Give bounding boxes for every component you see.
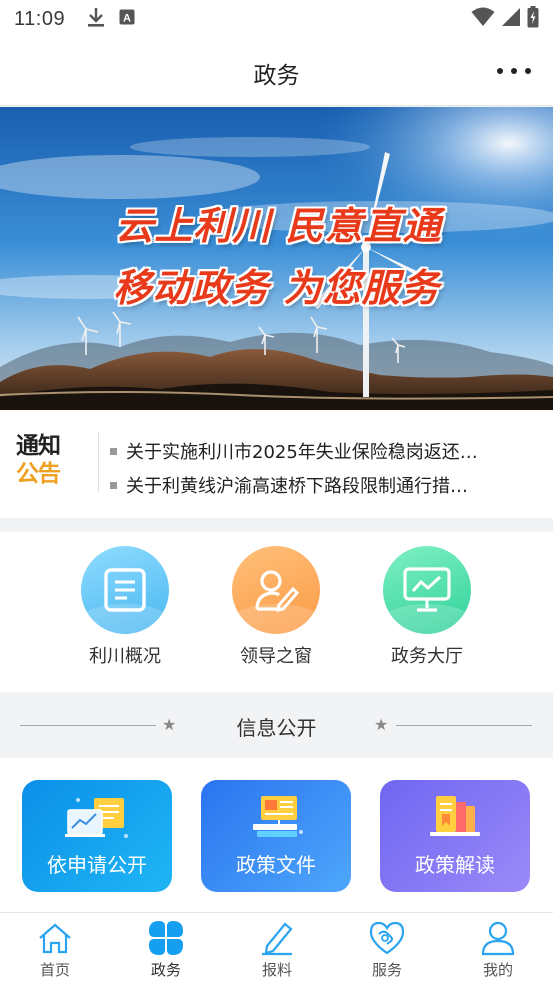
entry-label: 政务大厅 [391, 646, 463, 667]
clover-icon [126, 919, 206, 957]
bullet-icon [110, 481, 117, 489]
monitor-chart-icon [383, 546, 471, 634]
tab-label: 报料 [261, 961, 292, 979]
tab-label: 服务 [371, 961, 402, 979]
document-list-icon [81, 546, 169, 634]
a-box-icon: A [119, 9, 135, 29]
card-policy-interpretation[interactable]: 政策解读 [380, 780, 530, 892]
home-icon [15, 919, 95, 957]
more-dot [511, 68, 517, 74]
section-divider-right [396, 725, 532, 726]
status-icons-right [471, 6, 539, 32]
entry-label: 领导之窗 [240, 646, 312, 667]
star-icon: ★ [374, 715, 389, 734]
tab-label: 我的 [482, 961, 513, 979]
card-apply-disclosure[interactable]: 依申请公开 [22, 780, 172, 892]
entry-gov-hall[interactable]: 政务大厅 [372, 546, 482, 668]
battery-icon [527, 6, 539, 32]
notice-divider [98, 432, 99, 492]
section-title: 信息公开 [236, 716, 317, 740]
notice-logo-line2: 公告 [16, 461, 61, 487]
notice-logo: 通知 公告 [16, 432, 84, 494]
heart-service-icon [347, 919, 427, 957]
status-time: 11:09 [14, 7, 66, 30]
card-label: 依申请公开 [47, 853, 147, 877]
notice-item-text: 关于利黄线沪渝高速桥下路段限制通行措… [126, 476, 468, 497]
tab-service[interactable]: 服务 [347, 919, 427, 980]
bottom-tab-bar: 首页 政务 报料 服务 我的 [0, 912, 553, 984]
status-icons-left: A [87, 6, 135, 32]
page-title: 政务 [253, 63, 300, 89]
person-pen-icon [232, 546, 320, 634]
card-policy-files[interactable]: 政策文件 [201, 780, 351, 892]
status-bar: 11:09 A [0, 0, 553, 38]
chart-documents-icon [22, 792, 172, 844]
bullet-icon [110, 447, 117, 455]
more-dot [497, 68, 503, 74]
tab-label: 政务 [150, 961, 181, 979]
presentation-books-icon [201, 792, 351, 844]
tab-report[interactable]: 报料 [237, 919, 317, 980]
tab-home[interactable]: 首页 [15, 919, 95, 980]
entry-lichuan-overview[interactable]: 利川概况 [70, 546, 180, 668]
tab-label: 首页 [39, 961, 70, 979]
banner-slogan-line2: 移动政务 为您服务 [113, 266, 440, 310]
books-stack-icon [380, 792, 530, 844]
app-screen: 11:09 A 政务 云上利川 民意直通 移动政务 为您服务 通知 公告 关于实… [0, 0, 553, 984]
more-dot [525, 68, 531, 74]
banner-image[interactable]: 云上利川 民意直通 移动政务 为您服务 [0, 107, 553, 410]
user-icon [458, 919, 538, 957]
notice-item-text: 关于实施利川市2025年失业保险稳岗返还… [126, 442, 478, 463]
download-icon [87, 6, 105, 32]
signal-icon [501, 7, 521, 31]
notice-item[interactable]: 关于利黄线沪渝高速桥下路段限制通行措… [110, 468, 530, 502]
info-cards: 依申请公开 政策文件 政策解读 [0, 758, 553, 912]
wifi-icon [471, 7, 495, 31]
gov-entry-grid: 利川概况 领导之窗 政务大厅 [0, 532, 553, 692]
notice-board: 通知 公告 关于实施利川市2025年失业保险稳岗返还… 关于利黄线沪渝高速桥下路… [0, 410, 553, 518]
title-bar: 政务 [0, 38, 553, 106]
section-header: ★ 信息公开 ★ [0, 694, 553, 758]
notice-logo-line1: 通知 [16, 433, 61, 459]
entry-label: 利川概况 [89, 646, 161, 667]
card-label: 政策解读 [415, 853, 495, 877]
entry-leader-window[interactable]: 领导之窗 [221, 546, 331, 668]
notice-list: 关于实施利川市2025年失业保险稳岗返还… 关于利黄线沪渝高速桥下路段限制通行措… [110, 434, 530, 502]
more-dots-icon[interactable] [497, 60, 531, 82]
banner-slogan-line1: 云上利川 民意直通 [115, 204, 442, 248]
tab-mine[interactable]: 我的 [458, 919, 538, 980]
svg-text:A: A [123, 13, 131, 25]
notice-item[interactable]: 关于实施利川市2025年失业保险稳岗返还… [110, 434, 530, 468]
tab-gov[interactable]: 政务 [126, 919, 206, 980]
card-label: 政策文件 [236, 853, 316, 877]
pencil-icon [237, 919, 317, 957]
